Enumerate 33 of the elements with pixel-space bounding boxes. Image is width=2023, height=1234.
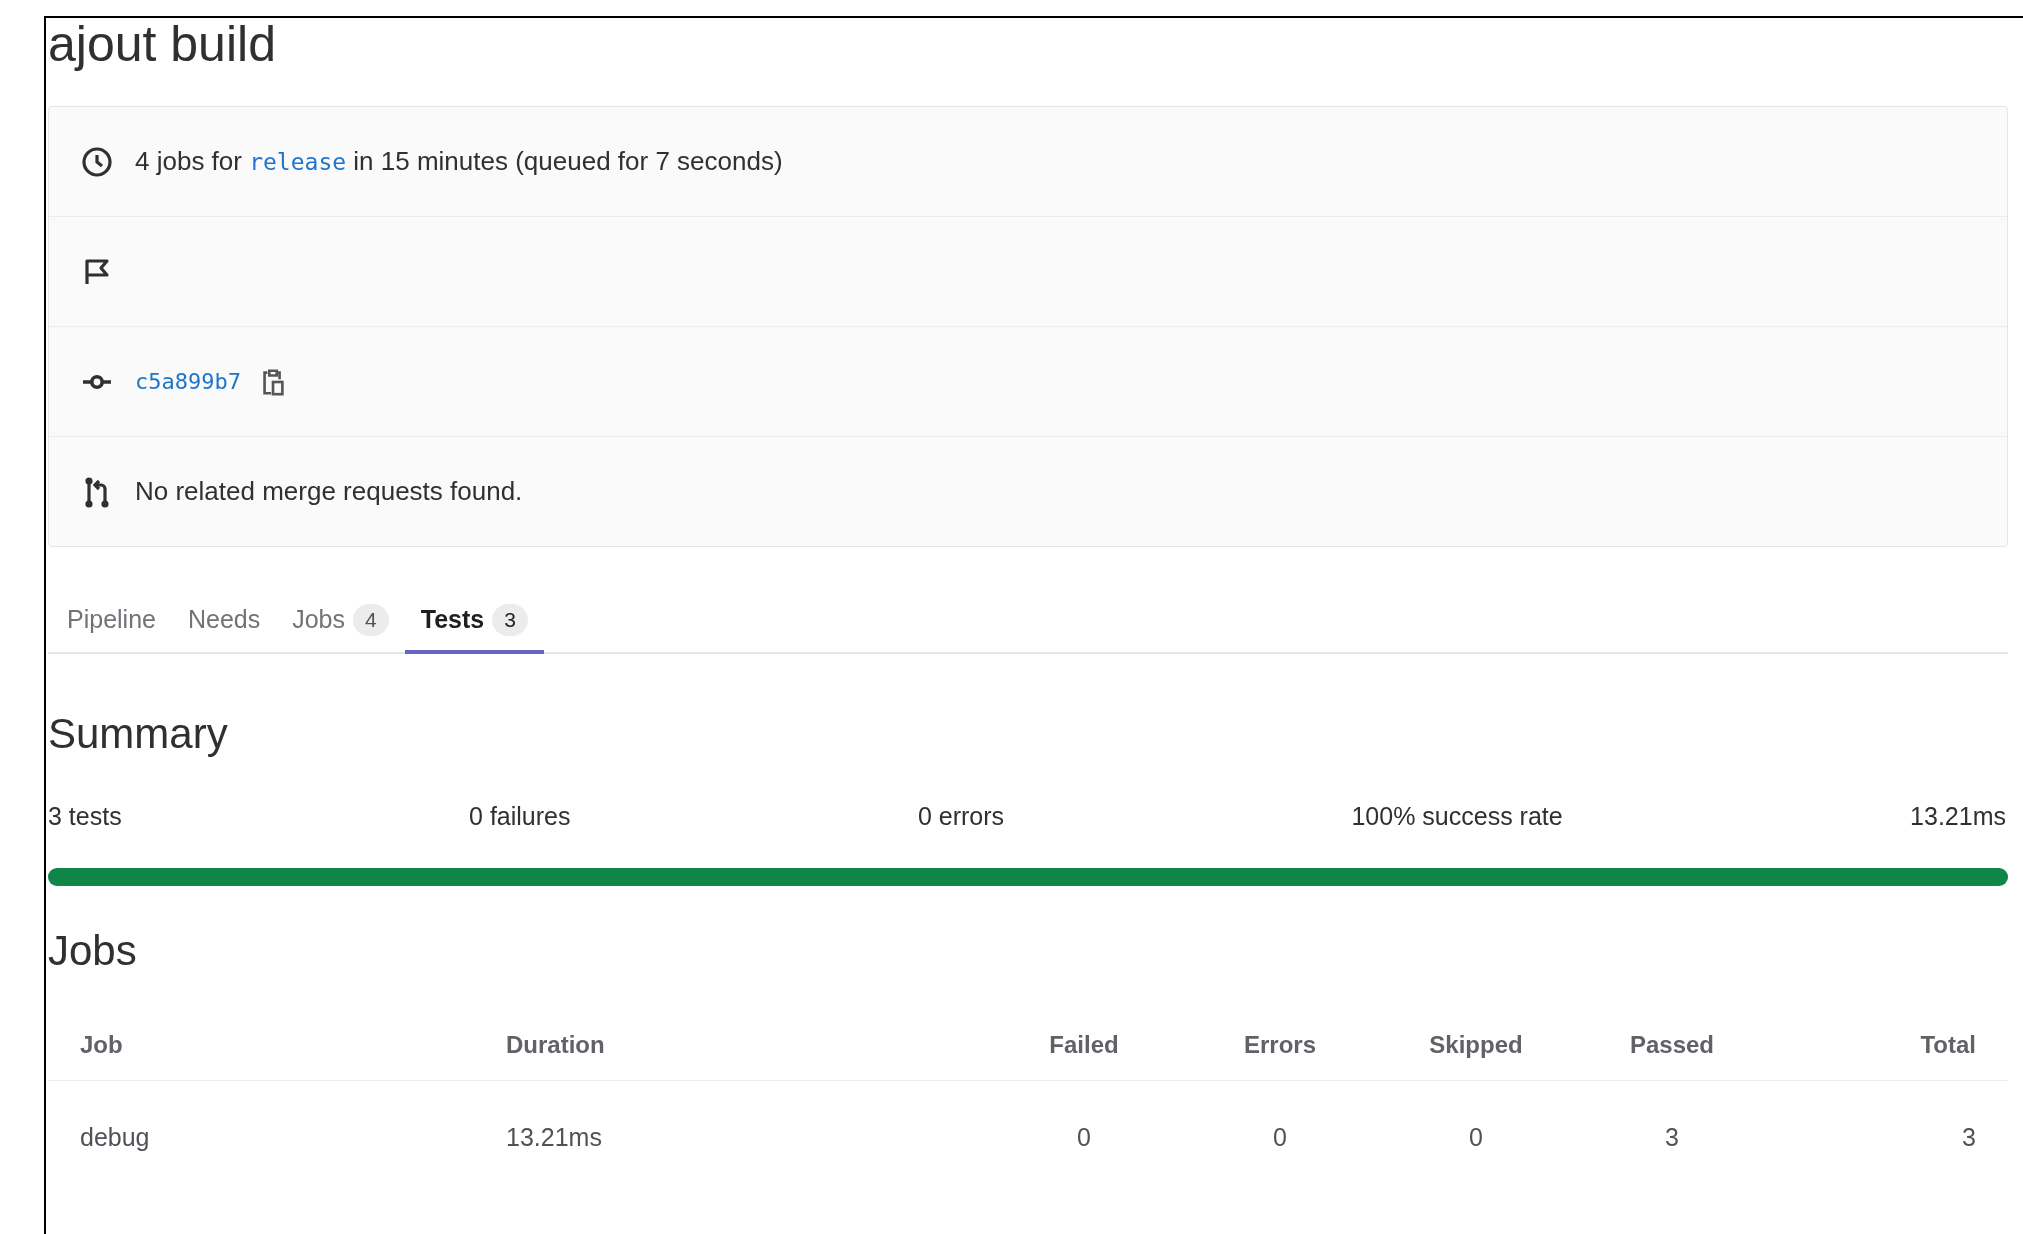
commit-link[interactable]: c5a899b7 (135, 365, 241, 398)
column-header: Failed (1049, 1031, 1119, 1058)
tab[interactable]: Pipeline (51, 590, 172, 654)
table-cell: debug (80, 1122, 150, 1151)
count-badge: 3 (492, 604, 528, 636)
section-heading: Summary (48, 710, 229, 758)
table-cell: 0 (1469, 1122, 1483, 1151)
clock-icon (81, 145, 113, 178)
table-cell: 0 (1273, 1122, 1287, 1151)
count-badge: 4 (353, 604, 389, 636)
column-header: Duration (506, 1031, 605, 1058)
tab[interactable]: Needs (171, 590, 277, 654)
summary-stat: 3 tests (48, 801, 122, 832)
branch-link[interactable]: release (249, 149, 347, 175)
tab[interactable]: Jobs 4 (276, 590, 405, 654)
merge-request-text: No related merge requests found. (135, 475, 523, 508)
table-cell: 13.21ms (506, 1122, 602, 1151)
pipeline-summary: 4 jobs for release in 15 minutes (queued for 7 seconds) (135, 145, 783, 178)
section-heading: Jobs (48, 926, 138, 975)
page-title: ajout build (48, 16, 277, 72)
tab[interactable]: Tests 3 (404, 590, 544, 654)
summary-stat: 0 errors (917, 801, 1005, 832)
summary-stat: 0 failures (469, 801, 571, 832)
table-cell: 3 (1962, 1122, 1976, 1151)
column-header: Total (1920, 1031, 1976, 1058)
summary-stat: 13.21ms (1910, 801, 2006, 832)
column-header: Errors (1243, 1031, 1316, 1058)
column-header: Job (80, 1031, 123, 1058)
summary-stat: 100% success rate (1351, 801, 1563, 832)
column-header: Skipped (1429, 1031, 1523, 1058)
table-cell: 0 (1077, 1122, 1091, 1151)
table-cell: 3 (1665, 1122, 1679, 1151)
column-header: Passed (1629, 1031, 1715, 1058)
